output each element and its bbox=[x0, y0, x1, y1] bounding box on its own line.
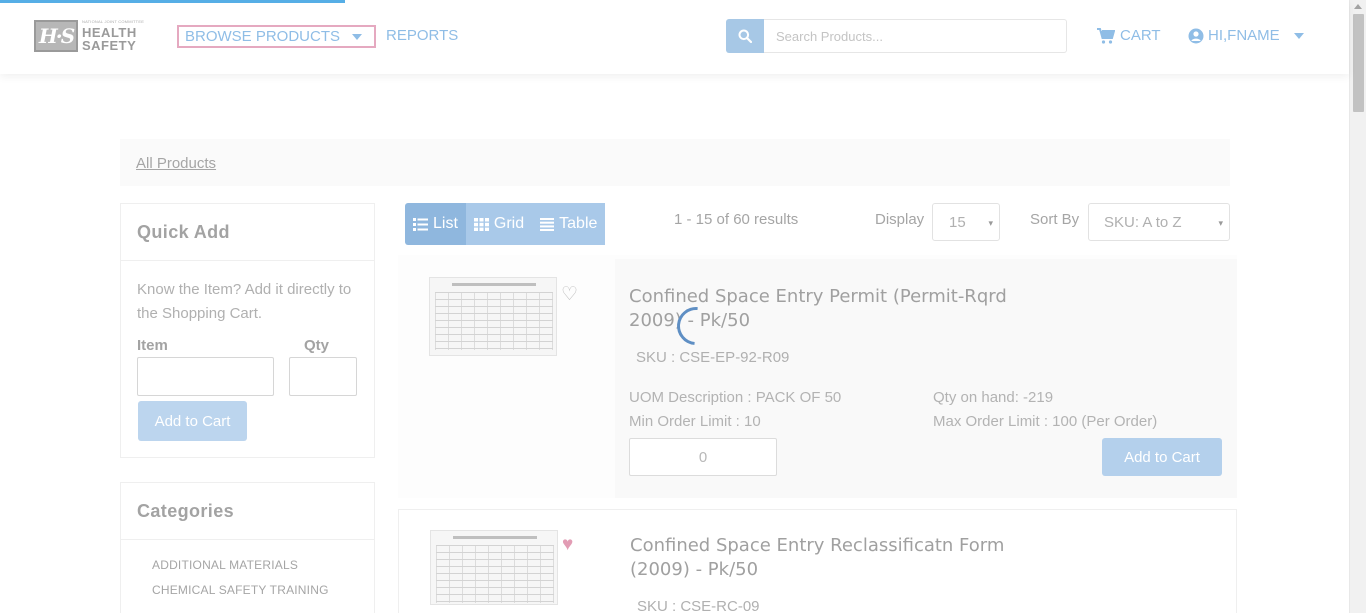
list-icon bbox=[413, 217, 428, 231]
view-table-label: Table bbox=[559, 215, 598, 232]
quick-add-title: Quick Add bbox=[121, 204, 374, 261]
display-value: 15 bbox=[949, 214, 966, 231]
view-grid-label: Grid bbox=[493, 215, 525, 232]
view-table-button[interactable]: Table bbox=[532, 203, 606, 245]
quick-add-item-field[interactable] bbox=[137, 357, 274, 396]
sort-value: SKU: A to Z bbox=[1104, 214, 1182, 231]
select-caret-icon: ▾ bbox=[988, 218, 993, 228]
chevron-down-icon bbox=[352, 33, 363, 40]
view-list-label: List bbox=[433, 215, 458, 232]
breadcrumb-all-products[interactable]: All Products bbox=[136, 155, 216, 172]
view-grid-button[interactable]: Grid bbox=[465, 203, 533, 245]
product-sku: SKU : CSE-RC-09 bbox=[637, 598, 760, 613]
product-card: ♥ Confined Space Entry Reclassificatn Fo… bbox=[398, 509, 1237, 613]
quick-add-qty-field[interactable] bbox=[289, 357, 357, 396]
table-icon bbox=[540, 217, 555, 231]
view-list-button[interactable]: List bbox=[405, 203, 466, 245]
chevron-down-icon bbox=[1293, 32, 1304, 39]
reports-link[interactable]: REPORTS bbox=[386, 27, 458, 44]
cart-link[interactable]: CART bbox=[1097, 27, 1161, 44]
product-card: ♡ Confined Space Entry Permit (Permit-Rq… bbox=[398, 255, 1237, 498]
add-to-cart-button[interactable]: Add to Cart bbox=[1102, 438, 1222, 476]
site-logo[interactable]: H·S NATIONAL JOINT COMMITTEE HEALTH SAFE… bbox=[34, 20, 154, 52]
categories-list: ADDITIONAL MATERIALS CHEMICAL SAFETY TRA… bbox=[121, 540, 374, 608]
product-thumbnail[interactable] bbox=[430, 530, 558, 605]
sort-label: Sort By bbox=[1030, 211, 1080, 228]
user-greeting: HI,FNAME bbox=[1208, 27, 1280, 44]
heart-outline-icon[interactable]: ♡ bbox=[561, 283, 578, 306]
breadcrumb: All Products bbox=[120, 139, 1230, 186]
category-item[interactable]: CHEMICAL SAFETY TRAINING bbox=[152, 583, 374, 608]
scrollbar-thumb[interactable] bbox=[1353, 14, 1364, 112]
page-loading-bar bbox=[0, 0, 345, 3]
logo-tagline: NATIONAL JOINT COMMITTEE bbox=[82, 19, 145, 24]
grid-icon bbox=[473, 217, 489, 231]
product-max-order: Max Order Limit : 100 (Per Order) bbox=[933, 413, 1158, 430]
quick-add-panel: Quick Add Know the Item? Add it directly… bbox=[120, 203, 375, 458]
product-sku: SKU : CSE-EP-92-R09 bbox=[636, 349, 790, 366]
category-item[interactable]: ADDITIONAL MATERIALS bbox=[152, 558, 374, 583]
product-uom: UOM Description : PACK OF 50 bbox=[629, 389, 842, 406]
search-button[interactable] bbox=[726, 19, 764, 53]
product-thumbnail[interactable] bbox=[429, 277, 557, 356]
view-toggle-group: List Grid Table bbox=[405, 203, 609, 245]
search-icon bbox=[738, 29, 752, 43]
item-label: Item bbox=[137, 337, 168, 354]
select-caret-icon: ▾ bbox=[1218, 218, 1223, 228]
categories-title: Categories bbox=[121, 483, 374, 540]
search-input[interactable] bbox=[764, 19, 1067, 53]
sort-select[interactable]: SKU: A to Z ▾ bbox=[1088, 203, 1230, 241]
product-qty-input[interactable]: 0 bbox=[629, 438, 777, 476]
browse-products-menu[interactable]: BROWSE PRODUCTS bbox=[177, 25, 376, 48]
logo-mark: H·S bbox=[34, 20, 78, 52]
product-name[interactable]: Confined Space Entry Reclassificatn Form… bbox=[630, 534, 1050, 582]
display-select[interactable]: 15 ▾ bbox=[932, 203, 1000, 241]
scroll-up-arrow-icon[interactable] bbox=[1354, 4, 1362, 9]
qty-label: Qty bbox=[304, 337, 330, 354]
categories-panel: Categories ADDITIONAL MATERIALS CHEMICAL… bbox=[120, 482, 375, 613]
product-qty-on-hand: Qty on hand: -219 bbox=[933, 389, 1054, 406]
page-scrollbar[interactable] bbox=[1349, 0, 1366, 613]
cart-label: CART bbox=[1120, 27, 1161, 44]
heart-filled-icon[interactable]: ♥ bbox=[562, 534, 573, 556]
user-menu[interactable]: HI,FNAME bbox=[1188, 27, 1304, 44]
display-label: Display bbox=[875, 211, 925, 228]
logo-line-2: SAFETY bbox=[82, 38, 137, 53]
top-header: H·S NATIONAL JOINT COMMITTEE HEALTH SAFE… bbox=[0, 0, 1349, 74]
quick-add-description: Know the Item? Add it directly to the Sh… bbox=[137, 281, 352, 322]
product-min-order: Min Order Limit : 10 bbox=[629, 413, 761, 430]
user-circle-icon bbox=[1188, 28, 1204, 43]
results-count: 1 - 15 of 60 results bbox=[674, 211, 799, 228]
quick-add-button[interactable]: Add to Cart bbox=[138, 401, 247, 441]
cart-icon bbox=[1097, 27, 1115, 44]
browse-products-label: BROWSE PRODUCTS bbox=[185, 28, 341, 45]
